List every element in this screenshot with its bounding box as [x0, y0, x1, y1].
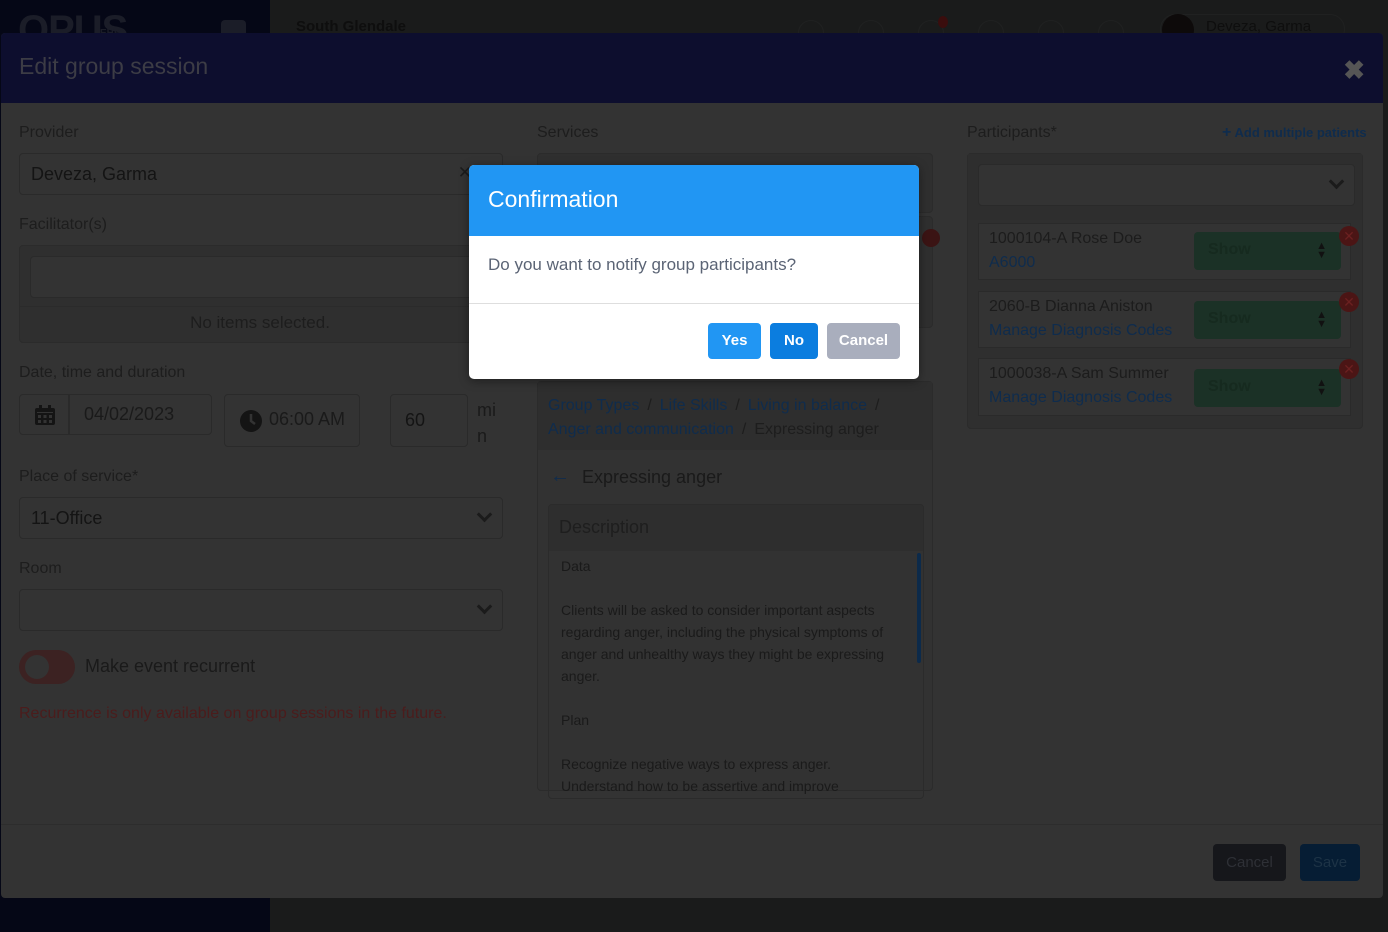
description-header: Description — [559, 517, 650, 537]
participant-select[interactable] — [978, 164, 1355, 206]
yes-button[interactable]: Yes — [708, 323, 761, 359]
participant-diagnosis-link[interactable]: Manage Diagnosis Codes — [989, 322, 1172, 340]
chevron-down-icon — [476, 598, 493, 615]
facilitators-empty-text: No items selected. — [190, 313, 330, 332]
attendance-select[interactable]: Show ▲ ▼ — [1194, 369, 1341, 407]
place-of-service-label: Place of service* — [19, 468, 139, 485]
calendar-button[interactable] — [19, 394, 69, 435]
participant-name: 2060-B Dianna Aniston — [989, 298, 1153, 315]
notification-badge — [938, 16, 948, 28]
modal-header: Edit group session ✖ — [1, 33, 1383, 103]
description-paragraph: Recognize negative ways to express anger… — [561, 756, 839, 794]
chevron-down-icon — [476, 506, 493, 523]
description-scrollbar[interactable] — [917, 553, 921, 663]
date-input[interactable]: 04/02/2023 — [69, 394, 212, 435]
time-value: 06:00 AM — [269, 409, 346, 429]
remove-participant-icon[interactable]: ✕ — [1339, 292, 1359, 312]
close-icon[interactable]: ✖ — [1343, 55, 1365, 86]
participants-label: Participants* — [967, 124, 1057, 141]
toggle-knob — [25, 655, 49, 679]
cancel-confirmation-button[interactable]: Cancel — [827, 323, 900, 359]
attendance-value: Show — [1208, 241, 1251, 258]
confirmation-message: Do you want to notify group participants… — [488, 255, 797, 274]
sort-icon: ▲ ▼ — [1316, 309, 1327, 330]
plus-icon: + — [1222, 124, 1232, 141]
place-of-service-value: 11-Office — [31, 508, 103, 528]
recurrent-label: Make event recurrent — [85, 656, 256, 676]
participant-diagnosis-link[interactable]: Manage Diagnosis Codes — [989, 389, 1172, 407]
date-value: 04/02/2023 — [84, 404, 175, 424]
breadcrumb-anger-and-communication[interactable]: Anger and communication — [548, 421, 734, 438]
breadcrumb-life-skills[interactable]: Life Skills — [660, 397, 728, 414]
sort-icon: ▲ ▼ — [1316, 240, 1327, 261]
duration-unit: min — [477, 400, 496, 446]
sort-icon: ▲ ▼ — [1316, 377, 1327, 398]
facilitators-panel: No items selected. — [19, 245, 503, 343]
time-input[interactable]: 06:00 AM — [224, 394, 360, 447]
place-of-service-select[interactable]: 11-Office — [19, 497, 503, 539]
breadcrumb-group-types[interactable]: Group Types — [548, 397, 639, 414]
services-label: Services — [537, 124, 599, 141]
back-arrow-icon[interactable]: ← — [550, 465, 570, 488]
room-select[interactable] — [19, 589, 503, 631]
add-multiple-patients-label: Add multiple patients — [1234, 125, 1367, 140]
provider-select[interactable]: Deveza, Garma ✕ — [19, 153, 503, 195]
confirmation-dialog: Confirmation Do you want to notify group… — [469, 165, 919, 379]
description-paragraph: Clients will be asked to consider import… — [561, 602, 884, 684]
attendance-select[interactable]: Show ▲ ▼ — [1194, 301, 1341, 339]
cancel-button[interactable]: Cancel — [1213, 844, 1286, 881]
add-multiple-patients-link[interactable]: + Add multiple patients — [1222, 124, 1367, 142]
provider-label: Provider — [19, 124, 79, 141]
confirmation-header: Confirmation — [469, 165, 919, 236]
remove-participant-icon[interactable]: ✕ — [1339, 226, 1359, 246]
facilitators-input[interactable] — [30, 256, 500, 298]
modal-title: Edit group session — [19, 53, 209, 79]
breadcrumb-living-in-balance[interactable]: Living in balance — [748, 397, 867, 414]
participant-diagnosis-link[interactable]: A6000 — [989, 254, 1035, 272]
duration-value: 60 — [405, 410, 426, 430]
edit-group-session-modal: Edit group session ✖ Provider Deveza, Ga… — [1, 33, 1383, 898]
room-label: Room — [19, 560, 62, 577]
recurrence-error: Recurrence is only available on group se… — [19, 705, 447, 722]
facilitators-label: Facilitator(s) — [19, 216, 108, 233]
remove-participant-icon[interactable]: ✕ — [1339, 359, 1359, 379]
confirmation-title: Confirmation — [488, 186, 619, 212]
description-paragraph: Data — [561, 558, 591, 574]
footer-divider — [1, 824, 1383, 825]
chevron-down-icon — [1328, 173, 1345, 190]
attendance-value: Show — [1208, 310, 1251, 327]
attendance-select[interactable]: Show ▲ ▼ — [1194, 232, 1341, 270]
provider-value: Deveza, Garma — [31, 164, 158, 184]
recurrent-toggle[interactable] — [19, 650, 75, 684]
confirmation-divider — [469, 303, 919, 304]
datetime-label: Date, time and duration — [19, 364, 186, 381]
no-button[interactable]: No — [770, 323, 818, 359]
clock-icon — [240, 410, 262, 432]
service-title: Expressing anger — [582, 467, 723, 487]
participant-name: 1000104-A Rose Doe — [989, 230, 1142, 247]
duration-input[interactable]: 60 — [390, 394, 468, 447]
participant-name: 1000038-A Sam Summer — [989, 365, 1169, 382]
participant-row: 1000038-A Sam Summer Manage Diagnosis Co… — [978, 358, 1351, 416]
breadcrumb-current: Expressing anger — [754, 421, 879, 438]
participant-row: 1000104-A Rose Doe A6000 Show ▲ ▼ — [978, 223, 1351, 280]
participant-row: 2060-B Dianna Aniston Manage Diagnosis C… — [978, 291, 1351, 348]
calendar-icon — [35, 405, 55, 425]
save-button[interactable]: Save — [1300, 844, 1360, 881]
attendance-value: Show — [1208, 378, 1251, 395]
breadcrumb: Group Types / Life Skills / Living in balanc… — [548, 397, 880, 438]
app-topbar: South Glendale Deveza, Garma — [270, 0, 1388, 46]
description-paragraph: Plan — [561, 712, 590, 728]
